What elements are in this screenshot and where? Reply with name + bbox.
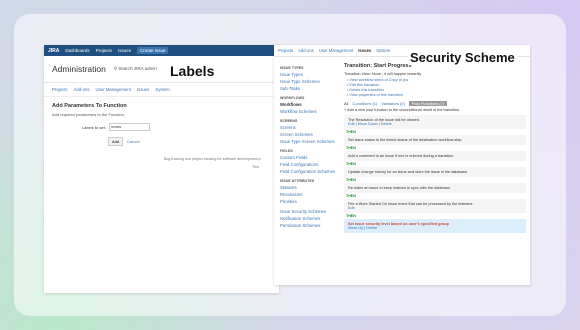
labels-heading: Labels: [170, 63, 215, 79]
rnav-issues[interactable]: Issues: [358, 48, 371, 53]
sidebar-item-workflow-schemes[interactable]: Workflow Schemes: [280, 109, 342, 114]
link-view-properties[interactable]: • View properties of this transition: [347, 93, 526, 97]
rnav-user-management[interactable]: User Management: [319, 48, 353, 53]
sidebar-item-screen-schemes[interactable]: Screen Schemes: [280, 132, 342, 137]
tab-conditions[interactable]: Conditions (1): [352, 101, 377, 106]
sidebar-item-issue-types[interactable]: Issue Types: [280, 72, 342, 77]
post-function-6-edit[interactable]: Edit: [348, 206, 522, 210]
then-label: THEN: [346, 162, 356, 166]
sidebar-heading-workflows: WORKFLOWS: [280, 96, 305, 100]
nav-issues[interactable]: Issues: [118, 48, 131, 53]
rnav-addons[interactable]: Add-ons: [298, 48, 314, 53]
jira-logo[interactable]: JIRA: [48, 48, 59, 54]
post-function-1-actions[interactable]: Edit | Move Down | Delete: [348, 122, 522, 126]
sidebar-item-issue-type-schemes[interactable]: Issue Type Schemes: [280, 79, 342, 84]
sidebar-item-custom-fields[interactable]: Custom Fields: [280, 155, 342, 160]
sidebar-item-field-configuration-schemes[interactable]: Field Configuration Schemes: [280, 169, 342, 174]
rnav-system[interactable]: System: [376, 48, 390, 53]
admin-search-text: Search JIRA admin: [118, 66, 157, 71]
transition-main: Transition: Start Progress Transition Vi…: [344, 57, 526, 238]
sidebar-item-notification-schemes[interactable]: Notification Schemes: [280, 216, 342, 221]
admin-subnav: Projects Add-ons User Management Issues …: [44, 83, 279, 97]
form-actions: Add Cancel: [108, 137, 271, 146]
subnav-projects[interactable]: Projects: [52, 87, 68, 92]
labels-input[interactable]: review: [108, 123, 150, 131]
security-scheme-heading: Security Scheme: [408, 50, 517, 65]
then-label: THEN: [346, 130, 356, 134]
sidebar-item-permission-schemes[interactable]: Permission Schemes: [280, 223, 342, 228]
sidebar-item-issue-security-schemes[interactable]: Issue Security Schemes: [280, 209, 342, 214]
link-view-properties-text: View properties of this transition: [349, 93, 404, 97]
then-label: THEN: [346, 146, 356, 150]
admin-header: Administration ⚲ Search JIRA admin: [44, 56, 279, 83]
add-post-function-link[interactable]: + Add a new post function to the uncondi…: [344, 108, 526, 112]
sidebar-item-issue-type-screen-schemes[interactable]: Issue Type Screen Schemes: [280, 139, 342, 144]
sidebar-heading-fields: FIELDS: [280, 149, 293, 153]
nav-projects[interactable]: Projects: [96, 48, 112, 53]
then-label: THEN: [346, 194, 356, 198]
post-function-6: Fire a Work Started On Issue event that …: [344, 199, 526, 213]
post-function-3: Add a comment to an issue if one is ente…: [344, 151, 526, 161]
sidebar-item-priorities[interactable]: Priorities: [280, 199, 342, 204]
subnav-system[interactable]: System: [155, 87, 169, 92]
panel-description: Add required parameters to the Function.: [52, 112, 125, 117]
post-function-6-text: Fire a Work Started On Issue event that …: [348, 202, 474, 206]
sidebar-item-sub-tasks[interactable]: Sub-Tasks: [280, 86, 342, 91]
admin-search[interactable]: ⚲ Search JIRA admin: [114, 66, 157, 72]
sidebar-item-resolutions[interactable]: Resolutions: [280, 192, 342, 197]
sidebar-item-statuses[interactable]: Statuses: [280, 185, 342, 190]
sidebar-item-screens[interactable]: Screens: [280, 125, 342, 130]
panel-title: Add Parameters To Function: [52, 103, 127, 109]
then-label: THEN: [346, 178, 356, 182]
add-button[interactable]: Add: [108, 137, 124, 146]
sidebar-item-workflows[interactable]: Workflows: [280, 102, 342, 107]
security-scheme-screenshot: Projects Add-ons User Management Issues …: [274, 45, 530, 285]
jira-topbar: JIRA Dashboards Projects Issues Create I…: [44, 45, 279, 56]
post-function-7: Set issue security level based on user's…: [344, 219, 526, 233]
link-view-workflow-steps[interactable]: • View workflow steps of Copy of jira: [347, 78, 526, 82]
footer-text: Bug tracking and project tracking for so…: [164, 157, 261, 161]
post-function-4: Update change history for an issue and s…: [344, 167, 526, 177]
post-function-2: Set issue status to the linked status of…: [344, 135, 526, 145]
subnav-issues[interactable]: Issues: [137, 87, 149, 92]
tab-post-functions[interactable]: Post Functions (7): [408, 101, 448, 106]
labels-field-label: Labels to set:: [82, 124, 106, 130]
tab-validators[interactable]: Validators (0): [381, 101, 405, 106]
then-label: THEN: [346, 214, 356, 218]
cancel-link[interactable]: Cancel: [127, 139, 139, 144]
add-post-function-text: Add a new post function to the unconditi…: [347, 108, 461, 112]
link-view-workflow-steps-text: View workflow steps of Copy of jira: [349, 78, 408, 82]
admin-sidebar: ISSUE TYPES Issue Types Issue Type Schem…: [274, 57, 348, 234]
add-parameters-panel: Add Parameters To Function Add required …: [44, 97, 279, 150]
labels-screenshot: JIRA Dashboards Projects Issues Create I…: [44, 45, 279, 293]
nav-dashboards[interactable]: Dashboards: [65, 48, 89, 53]
transition-view-text: Transition View: None - it will happen i…: [344, 72, 422, 76]
sidebar-heading-issue-types: ISSUE TYPES: [280, 66, 304, 70]
link-edit-transition[interactable]: • Edit this transition: [347, 83, 526, 87]
post-function-1: The Resolution of the issue will be clea…: [344, 115, 526, 129]
link-delete-transition-text: Delete this transition: [349, 88, 384, 92]
post-function-5: Re-index an issue to keep indexes in syn…: [344, 183, 526, 193]
subnav-user-management[interactable]: User Management: [96, 87, 131, 92]
transition-tabs: All Conditions (1) Validators (0) Post F…: [344, 101, 526, 106]
sidebar-heading-issue-attributes: ISSUE ATTRIBUTES: [280, 179, 315, 183]
footer-text-2: This: [252, 165, 259, 169]
rnav-projects[interactable]: Projects: [278, 48, 293, 53]
create-issue-button[interactable]: Create Issue: [136, 47, 169, 54]
link-delete-transition[interactable]: • Delete this transition: [347, 88, 526, 92]
sidebar-heading-screens: SCREENS: [280, 119, 298, 123]
labels-field-row: Labels to set: review: [82, 123, 271, 131]
admin-title: Administration: [52, 64, 106, 74]
sidebar-item-field-configurations[interactable]: Field Configurations: [280, 162, 342, 167]
post-function-7-actions[interactable]: Move Up | Delete: [348, 226, 522, 230]
subnav-addons[interactable]: Add-ons: [74, 87, 90, 92]
link-edit-transition-text: Edit this transition: [349, 83, 380, 87]
tab-all[interactable]: All: [344, 101, 348, 106]
